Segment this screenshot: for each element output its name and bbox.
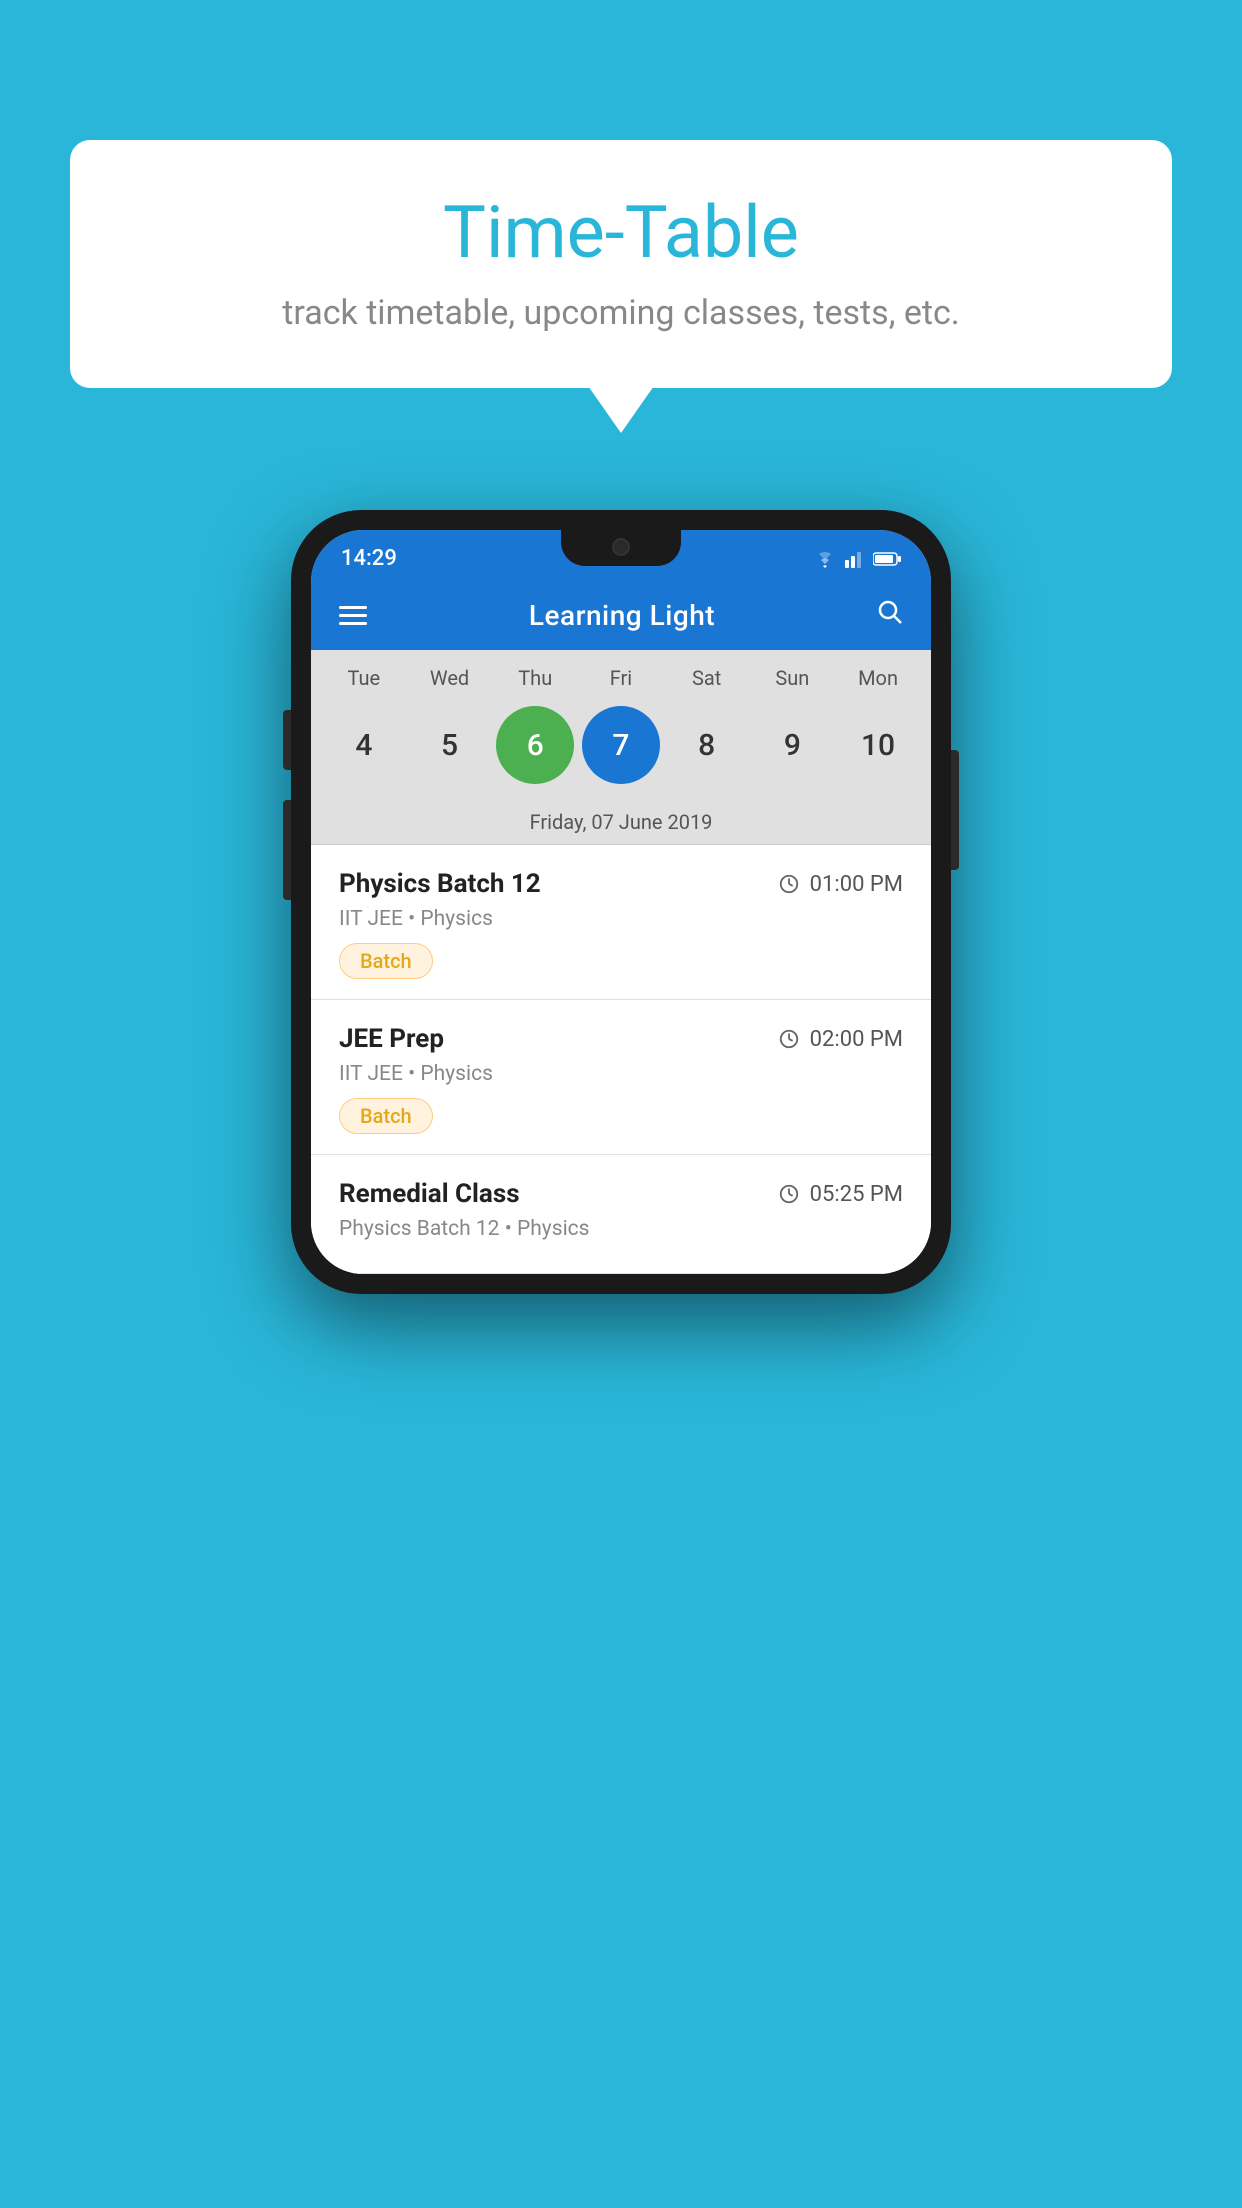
class-item-header: Physics Batch 12 01:00 PM xyxy=(339,869,903,899)
speech-bubble-container: Time-Table track timetable, upcoming cla… xyxy=(70,140,1172,388)
bubble-subtitle: track timetable, upcoming classes, tests… xyxy=(130,293,1112,333)
wifi-icon xyxy=(813,550,837,568)
battery-icon xyxy=(873,552,901,566)
batch-tag: Batch xyxy=(339,943,433,979)
class-item[interactable]: JEE Prep 02:00 PM IIT JEE • Physics Batch xyxy=(311,1000,931,1155)
calendar-day-label: Mon xyxy=(839,666,917,690)
class-subtitle: IIT JEE • Physics xyxy=(339,907,903,931)
signal-icon xyxy=(845,550,865,568)
bubble-title: Time-Table xyxy=(130,190,1112,275)
calendar-date-9[interactable]: 9 xyxy=(753,706,831,784)
calendar-day-label: Sun xyxy=(753,666,831,690)
app-title: Learning Light xyxy=(529,599,715,632)
calendar-date-6[interactable]: 6 xyxy=(496,706,574,784)
selected-date-label: Friday, 07 June 2019 xyxy=(311,800,931,845)
calendar-day-label: Tue xyxy=(325,666,403,690)
calendar-day-label: Fri xyxy=(582,666,660,690)
class-name: Remedial Class xyxy=(339,1179,520,1209)
calendar-days-header: Tue Wed Thu Fri Sat Sun Mon xyxy=(311,650,931,698)
class-time: 05:25 PM xyxy=(778,1182,903,1207)
phone-notch xyxy=(561,530,681,566)
class-list: Physics Batch 12 01:00 PM IIT JEE • Physic… xyxy=(311,845,931,1274)
batch-tag: Batch xyxy=(339,1098,433,1134)
class-name: JEE Prep xyxy=(339,1024,444,1054)
app-bar: Learning Light xyxy=(311,581,931,650)
speech-bubble: Time-Table track timetable, upcoming cla… xyxy=(70,140,1172,388)
calendar-day-label: Thu xyxy=(496,666,574,690)
phone-screen: 14:29 xyxy=(311,530,931,1274)
volume-up-button xyxy=(283,710,291,770)
calendar-date-8[interactable]: 8 xyxy=(668,706,746,784)
class-item-header: JEE Prep 02:00 PM xyxy=(339,1024,903,1054)
calendar-date-10[interactable]: 10 xyxy=(839,706,917,784)
power-button xyxy=(951,750,959,870)
class-subtitle: IIT JEE • Physics xyxy=(339,1062,903,1086)
calendar-day-label: Sat xyxy=(668,666,746,690)
class-item-header: Remedial Class 05:25 PM xyxy=(339,1179,903,1209)
calendar-date-7[interactable]: 7 xyxy=(582,706,660,784)
volume-down-button xyxy=(283,800,291,900)
calendar-dates-row[interactable]: 45678910 xyxy=(311,698,931,800)
class-item[interactable]: Physics Batch 12 01:00 PM IIT JEE • Physic… xyxy=(311,845,931,1000)
class-time: 02:00 PM xyxy=(778,1027,903,1052)
status-icons xyxy=(813,550,901,568)
calendar-date-4[interactable]: 4 xyxy=(325,706,403,784)
search-button[interactable] xyxy=(877,599,903,632)
calendar-date-5[interactable]: 5 xyxy=(411,706,489,784)
phone-mockup: 14:29 xyxy=(291,510,951,1294)
class-name: Physics Batch 12 xyxy=(339,869,541,899)
camera xyxy=(612,538,630,556)
class-subtitle: Physics Batch 12 • Physics xyxy=(339,1217,903,1241)
class-time: 01:00 PM xyxy=(778,872,903,897)
menu-button[interactable] xyxy=(339,606,367,625)
class-item[interactable]: Remedial Class 05:25 PM Physics Batch 12 •… xyxy=(311,1155,931,1274)
calendar-day-label: Wed xyxy=(411,666,489,690)
status-time: 14:29 xyxy=(341,546,397,571)
phone-frame: 14:29 xyxy=(291,510,951,1294)
